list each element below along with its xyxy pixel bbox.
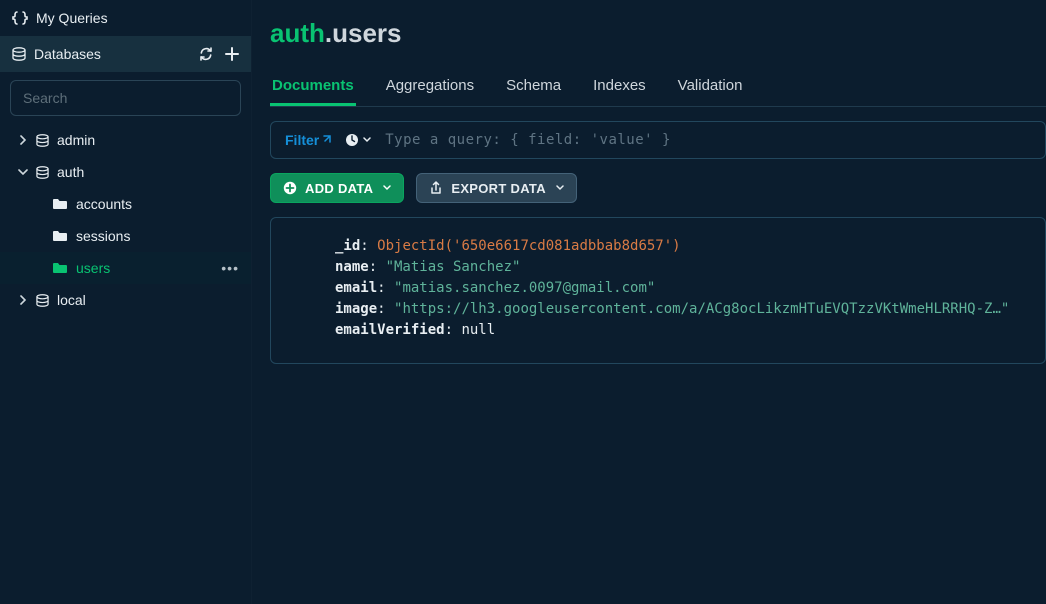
folder-icon bbox=[52, 198, 68, 210]
sidebar-item-my-queries[interactable]: My Queries bbox=[0, 0, 251, 36]
caret-down-icon bbox=[383, 185, 391, 191]
breadcrumb-db: auth bbox=[270, 18, 325, 48]
tabs: Documents Aggregations Schema Indexes Va… bbox=[270, 71, 1046, 107]
doc-field-id: _id: ObjectId('650e6617cd081adbbab8d657'… bbox=[335, 236, 1023, 257]
more-icon[interactable]: ••• bbox=[221, 260, 239, 276]
search-wrap bbox=[0, 72, 251, 122]
tree-item-label: accounts bbox=[76, 196, 132, 212]
tab-documents[interactable]: Documents bbox=[270, 71, 356, 106]
doc-field-image: image: "https://lh3.googleusercontent.co… bbox=[335, 299, 1023, 320]
folder-icon bbox=[52, 262, 68, 274]
tab-indexes[interactable]: Indexes bbox=[591, 71, 648, 106]
sidebar: My Queries Databases bbox=[0, 0, 252, 604]
tree-item-sessions[interactable]: sessions bbox=[0, 220, 251, 252]
database-icon bbox=[12, 47, 26, 61]
add-data-button[interactable]: ADD DATA bbox=[270, 173, 404, 203]
tab-validation[interactable]: Validation bbox=[676, 71, 745, 106]
doc-field-name: name: "Matias Sanchez" bbox=[335, 257, 1023, 278]
folder-icon bbox=[52, 230, 68, 242]
plus-circle-icon bbox=[283, 181, 297, 195]
doc-field-email: email: "matias.sanchez.0097@gmail.com" bbox=[335, 278, 1023, 299]
sidebar-item-databases[interactable]: Databases bbox=[0, 36, 251, 72]
open-new-icon bbox=[321, 135, 331, 145]
tree-item-admin[interactable]: admin bbox=[0, 124, 251, 156]
caret-down-icon bbox=[556, 185, 564, 191]
filter-bar[interactable]: Filter Type a query: { field: 'value' } bbox=[270, 121, 1046, 159]
export-data-button[interactable]: EXPORT DATA bbox=[416, 173, 577, 203]
database-icon bbox=[36, 134, 49, 147]
search-input[interactable] bbox=[10, 80, 241, 116]
breadcrumb-collection: users bbox=[332, 18, 401, 48]
breadcrumb: auth.users bbox=[270, 18, 1046, 49]
chevron-right-icon bbox=[18, 295, 28, 305]
main: auth.users Documents Aggregations Schema… bbox=[252, 0, 1046, 604]
tree-item-label: local bbox=[57, 292, 86, 308]
doc-field-emailverified: emailVerified: null bbox=[335, 320, 1023, 341]
database-icon bbox=[36, 166, 49, 179]
document-card[interactable]: _id: ObjectId('650e6617cd081adbbab8d657'… bbox=[270, 217, 1046, 364]
database-icon bbox=[36, 294, 49, 307]
refresh-icon[interactable] bbox=[199, 47, 213, 61]
filter-label[interactable]: Filter bbox=[285, 132, 331, 148]
export-icon bbox=[429, 181, 443, 195]
add-data-label: ADD DATA bbox=[305, 181, 373, 196]
tab-schema[interactable]: Schema bbox=[504, 71, 563, 106]
history-dropdown[interactable] bbox=[345, 133, 371, 147]
clock-icon bbox=[345, 133, 359, 147]
tree-item-users[interactable]: users ••• bbox=[0, 252, 251, 284]
databases-tree: admin auth accounts sessions bbox=[0, 122, 251, 316]
tree-item-local[interactable]: local bbox=[0, 284, 251, 316]
braces-icon bbox=[12, 11, 28, 25]
chevron-right-icon bbox=[18, 135, 28, 145]
tree-item-label: sessions bbox=[76, 228, 130, 244]
tree-item-label: users bbox=[76, 260, 110, 276]
tab-aggregations[interactable]: Aggregations bbox=[384, 71, 476, 106]
databases-label: Databases bbox=[34, 46, 101, 62]
tree-item-accounts[interactable]: accounts bbox=[0, 188, 251, 220]
export-data-label: EXPORT DATA bbox=[451, 181, 546, 196]
caret-down-icon bbox=[363, 137, 371, 143]
filter-input[interactable]: Type a query: { field: 'value' } bbox=[385, 132, 671, 148]
tree-item-label: auth bbox=[57, 164, 84, 180]
chevron-down-icon bbox=[18, 167, 28, 177]
actions-row: ADD DATA EXPORT DATA bbox=[270, 173, 1046, 203]
my-queries-label: My Queries bbox=[36, 10, 108, 26]
tree-item-label: admin bbox=[57, 132, 95, 148]
tree-item-auth[interactable]: auth bbox=[0, 156, 251, 188]
plus-icon[interactable] bbox=[225, 47, 239, 61]
